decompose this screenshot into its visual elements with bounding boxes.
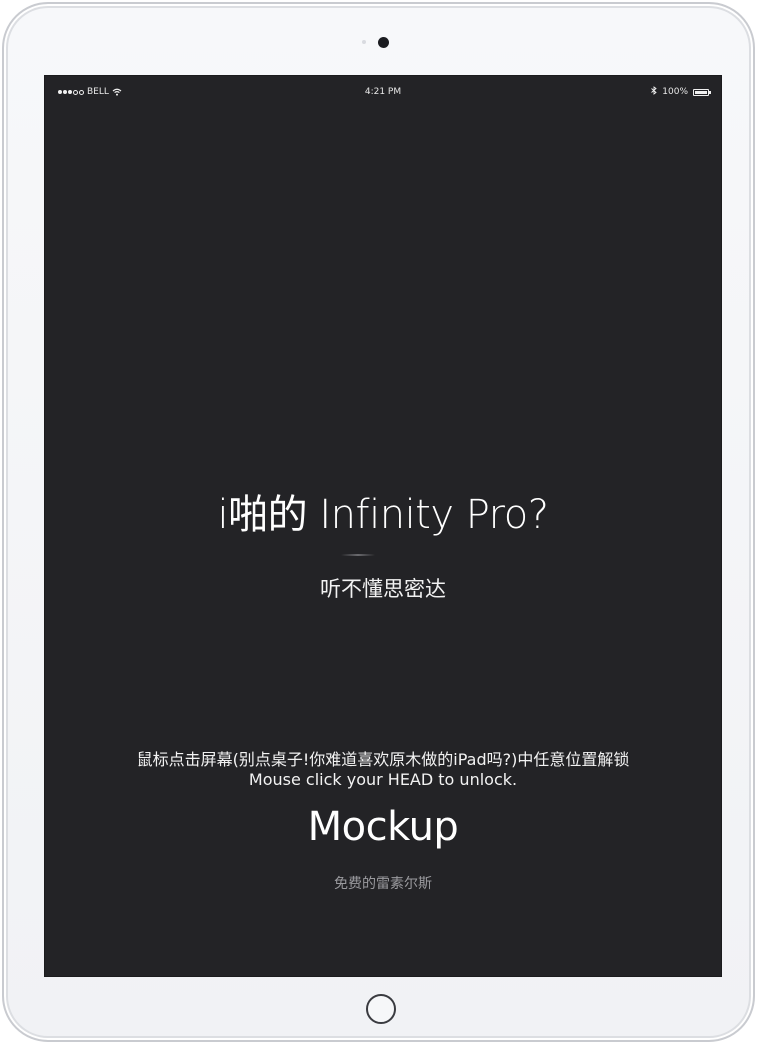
unlock-hint-en: Mouse click your HEAD to unlock. xyxy=(248,770,518,789)
lock-subtitle: 听不懂思密达 xyxy=(320,577,446,601)
unlock-hint-cn: 鼠标点击屏幕(别点桌子!你难道喜欢原木做的iPad吗?)中任意位置解锁 xyxy=(136,750,630,769)
status-bar: BELL 4:21 PM 100% xyxy=(45,76,721,106)
decorative-mark xyxy=(341,554,375,556)
lock-screen[interactable]: BELL 4:21 PM 100% i啪的 Infinity Pro? 听不懂思… xyxy=(44,75,722,977)
brand-title: Mockup xyxy=(307,804,459,850)
status-right: 100% xyxy=(651,86,711,98)
sensor-dot xyxy=(362,40,366,44)
bluetooth-icon xyxy=(651,86,657,98)
brand-subtitle: 免费的雷素尔斯 xyxy=(334,876,432,892)
status-time: 4:21 PM xyxy=(364,87,402,97)
ipad-device-frame: BELL 4:21 PM 100% i啪的 Infinity Pro? 听不懂思… xyxy=(2,2,755,1042)
home-button-icon[interactable] xyxy=(366,994,396,1024)
battery-icon xyxy=(693,88,711,96)
camera-icon xyxy=(378,37,389,48)
battery-fill xyxy=(695,90,707,94)
lock-headline: i啪的 Infinity Pro? xyxy=(217,492,549,538)
battery-percent: 100% xyxy=(662,87,688,97)
